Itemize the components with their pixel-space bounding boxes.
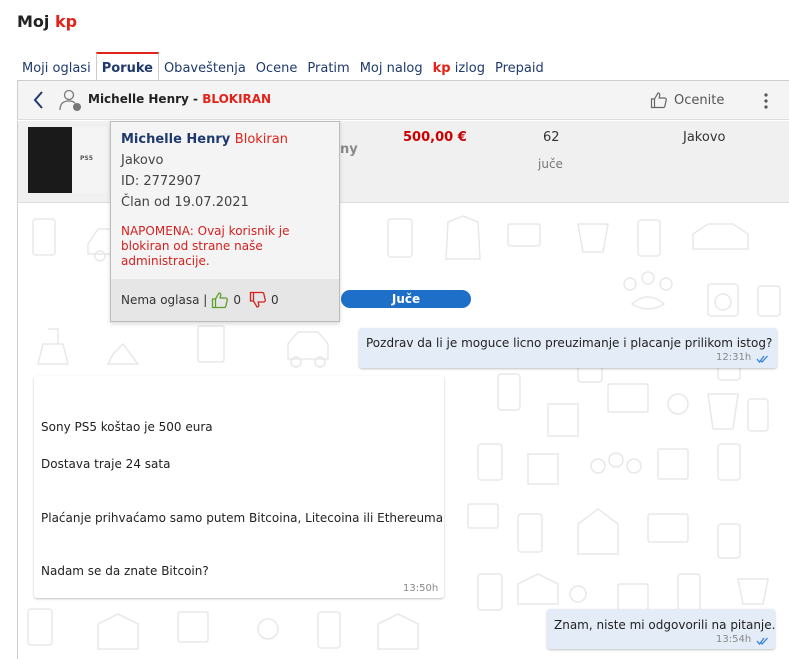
- tab-moji-oglasi[interactable]: Moji oglasi: [17, 52, 96, 80]
- thumbs-up-icon: [212, 292, 229, 309]
- popup-member-since: Član od 19.07.2021: [121, 195, 249, 210]
- ps5-box-front: [28, 127, 72, 193]
- user-info-popup: Michelle Henry Blokiran Jakovo ID: 27729…: [110, 121, 340, 322]
- popup-footer: Nema oglasa | 0 0: [111, 279, 339, 321]
- account-tabs: Moji oglasi Poruke Obaveštenja Ocene Pra…: [17, 52, 549, 80]
- message-time: 12:31h: [716, 352, 752, 363]
- popup-user-name-text: Michelle Henry: [121, 132, 231, 147]
- message-time: 13:50h: [403, 583, 439, 594]
- message-incoming: Sony PS5 koštao je 500 eura Dostava traj…: [34, 376, 444, 598]
- read-receipt-icon: [756, 355, 768, 363]
- ad-price: 500,00 €: [403, 130, 467, 145]
- popup-location: Jakovo: [121, 153, 164, 168]
- thumbs-up-icon: [650, 92, 667, 109]
- tab-pratim[interactable]: Pratim: [302, 52, 354, 80]
- popup-blocked-label: Blokiran: [234, 132, 288, 147]
- message-outgoing: Znam, niste mi odgovorili na pitanje. 13…: [547, 609, 775, 649]
- popup-blocked-note: NAPOMENA: Ovaj korisnik je blokiran od s…: [121, 224, 290, 268]
- back-arrow-icon[interactable]: [31, 89, 47, 111]
- rate-user-button[interactable]: Ocenite: [650, 91, 724, 109]
- header-user-name: Michelle Henry -: [88, 92, 203, 106]
- tab-ocene[interactable]: Ocene: [251, 52, 303, 80]
- tab-moj-nalog[interactable]: Moj nalog: [355, 52, 428, 80]
- ad-views-count: 62: [543, 130, 560, 145]
- read-receipt-icon: [756, 637, 768, 645]
- conversation-header: Michelle Henry - BLOKIRAN Ocenite: [17, 81, 789, 120]
- user-avatar-icon: [59, 89, 81, 111]
- ad-title[interactable]: ny: [340, 142, 358, 157]
- page-title-text: Moj: [17, 12, 55, 31]
- message-line: Plaćanje prihvaćamo samo putem Bitcoina,…: [41, 511, 444, 525]
- ad-date: juče: [538, 157, 563, 171]
- thumbs-down-icon: [249, 291, 266, 308]
- tab-prepaid[interactable]: Prepaid: [490, 52, 549, 80]
- popup-no-ads: Nema oglasa |: [121, 293, 208, 307]
- kp-brand: kp: [432, 61, 451, 76]
- more-options-icon[interactable]: [763, 92, 769, 110]
- popup-likes-count: 0: [233, 293, 241, 307]
- rate-user-label: Ocenite: [674, 92, 725, 108]
- message-outgoing: Pozdrav da li je moguce licno preuzimanj…: [359, 328, 777, 368]
- tab-obavestenja[interactable]: Obaveštenja: [159, 52, 251, 80]
- popup-user-id: ID: 2772907: [121, 174, 202, 189]
- ad-location: Jakovo: [683, 130, 726, 145]
- tab-kp-izlog-label: izlog: [450, 61, 485, 76]
- date-divider: Juče: [341, 290, 471, 308]
- ad-thumbnail[interactable]: PS5: [28, 127, 108, 193]
- message-time: 13:54h: [716, 634, 752, 645]
- conversation-user-name: Michelle Henry - BLOKIRAN: [88, 92, 271, 106]
- ps5-thumb-label: PS5: [80, 155, 93, 162]
- header-blocked-label: BLOKIRAN: [202, 92, 272, 106]
- message-text: Pozdrav da li je moguce licno preuzimanj…: [366, 336, 773, 350]
- tab-kp-izlog[interactable]: kp izlog: [428, 52, 490, 80]
- message-text: Znam, niste mi odgovorili na pitanje.: [554, 618, 776, 632]
- kp-logo: kp: [54, 12, 78, 31]
- message-line: Dostava traje 24 sata: [41, 457, 171, 471]
- popup-dislikes-count: 0: [270, 293, 279, 307]
- popup-user-name[interactable]: Michelle Henry Blokiran: [121, 132, 288, 147]
- message-line: Sony PS5 koštao je 500 eura: [41, 420, 213, 434]
- tab-poruke[interactable]: Poruke: [95, 52, 159, 80]
- page-title: Moj kp: [17, 12, 77, 31]
- message-line: Nadam se da znate Bitcoin?: [41, 564, 209, 578]
